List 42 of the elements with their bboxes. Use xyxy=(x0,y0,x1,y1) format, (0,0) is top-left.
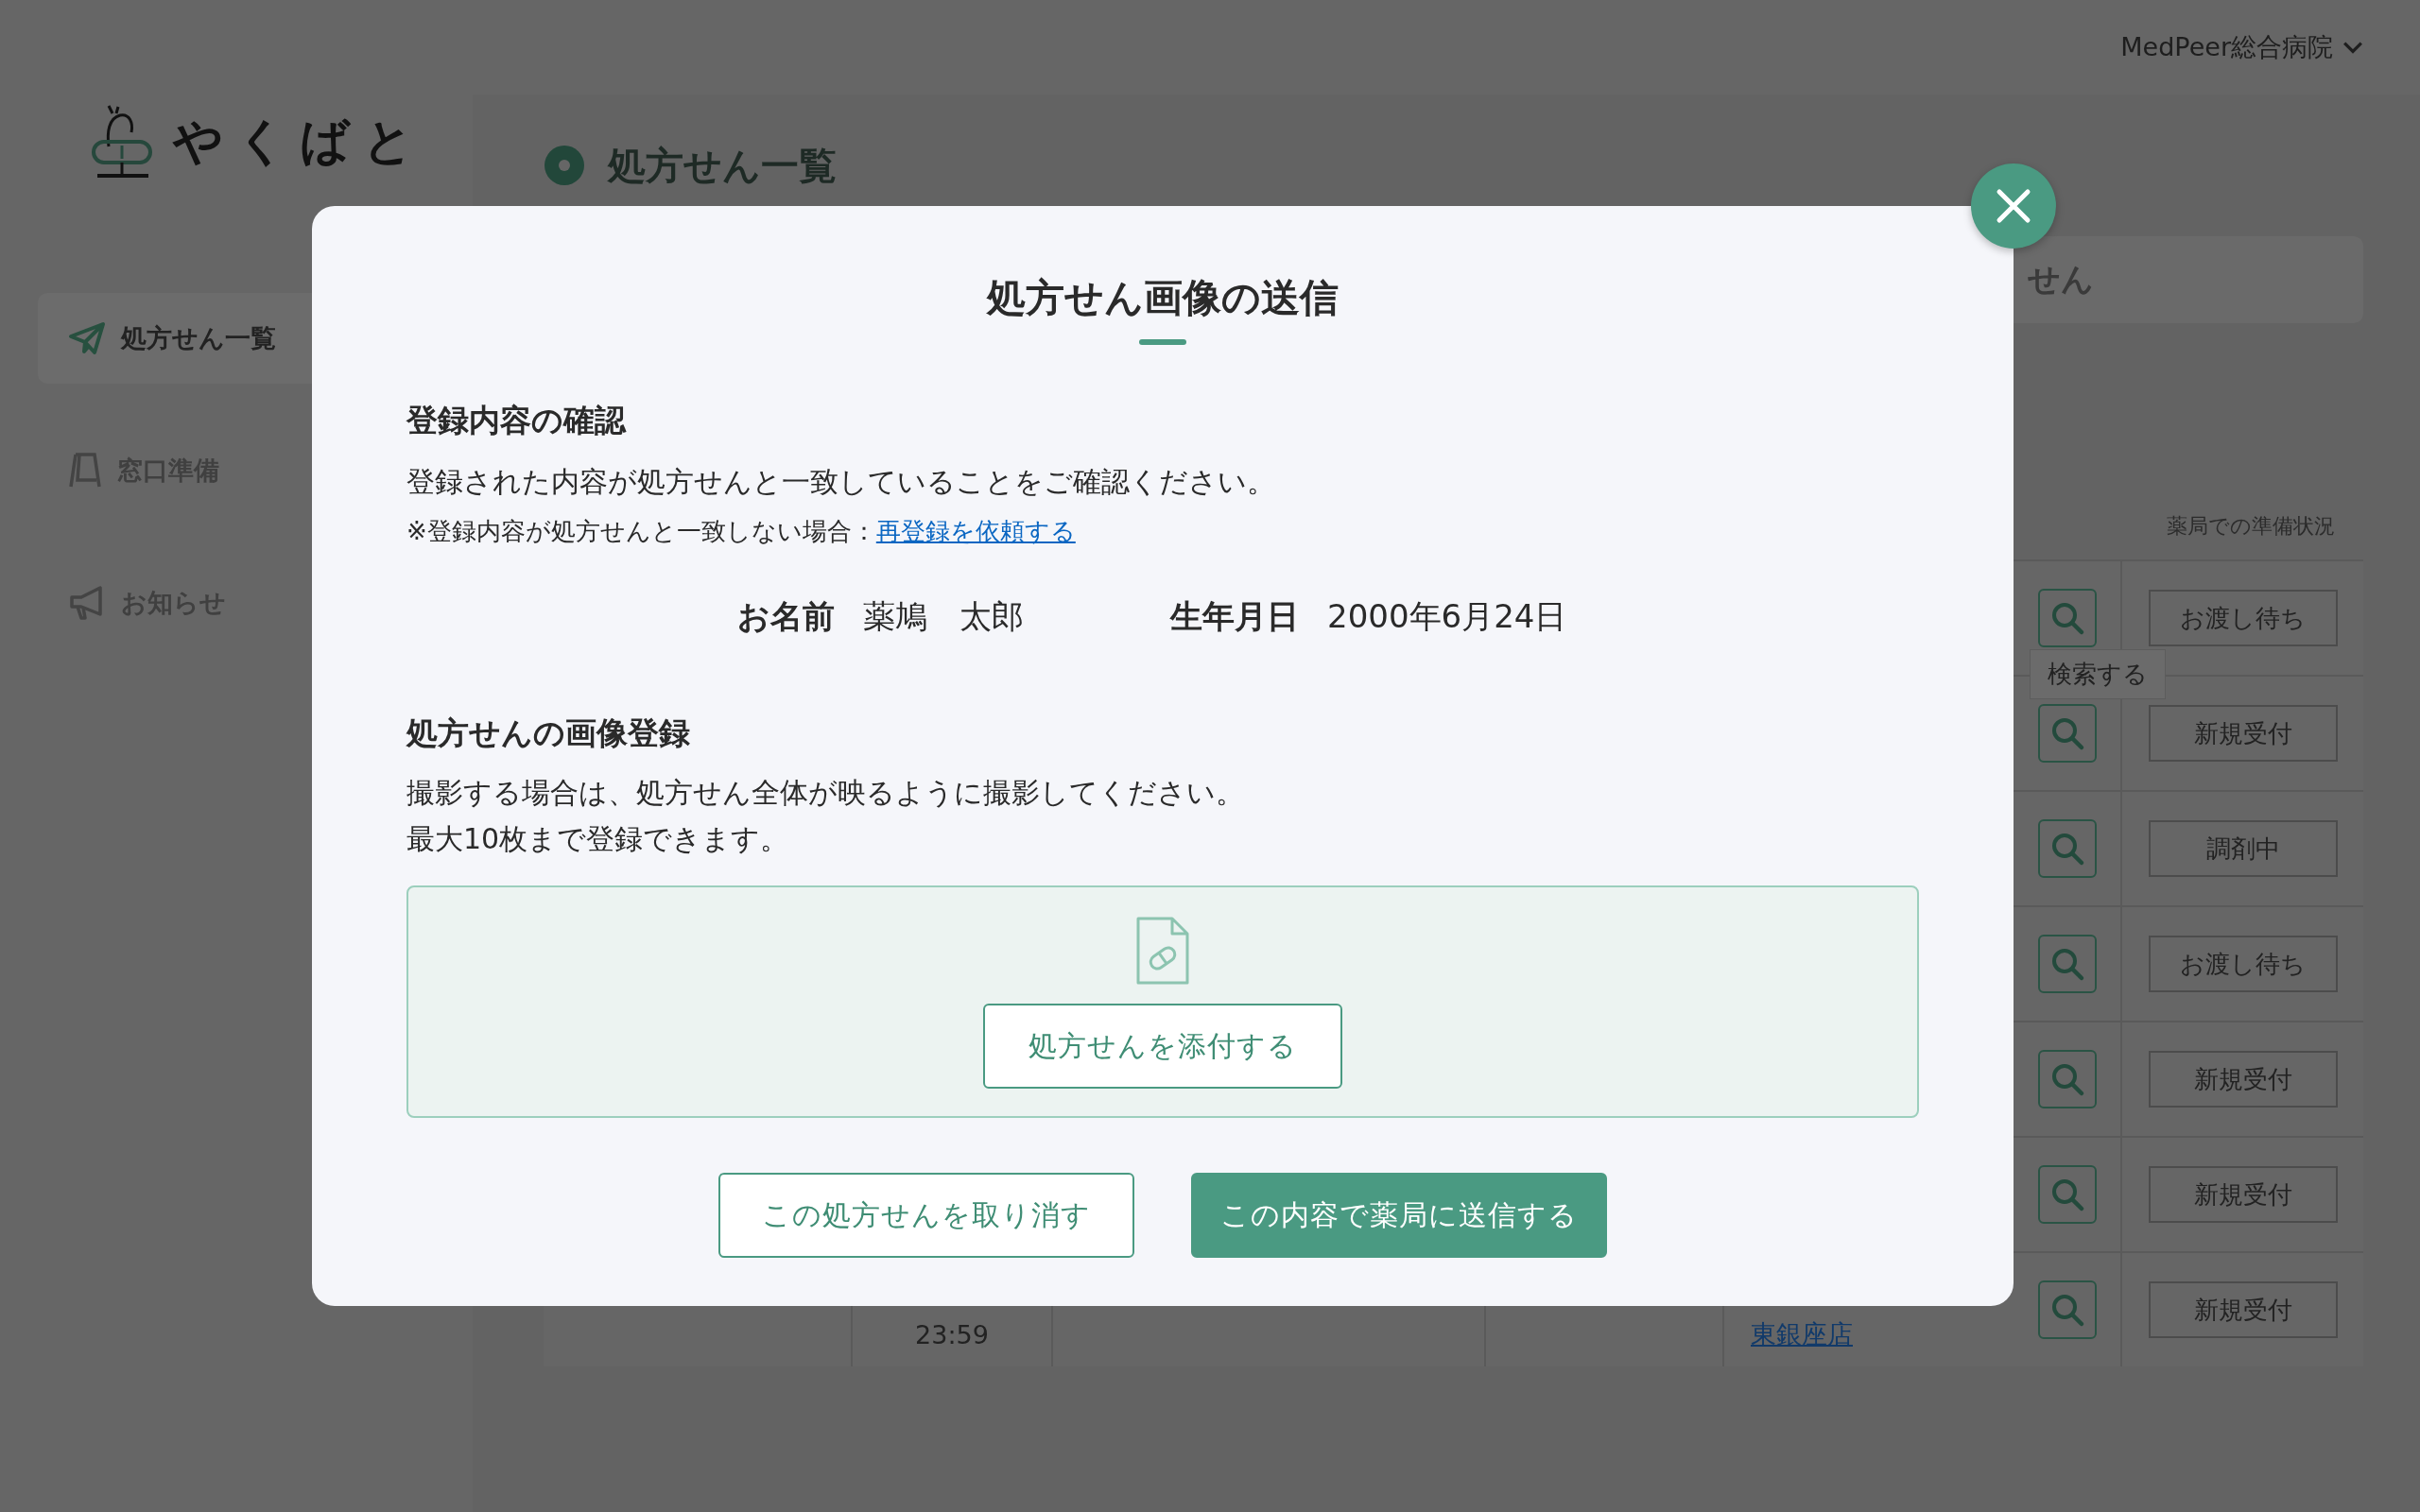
status-chip: 新規受付 xyxy=(2148,705,2338,762)
status-chip: お渡し待ち xyxy=(2148,936,2338,992)
logo-text: やくばと xyxy=(173,112,426,171)
instruction-text: 撮影する場合は、処方せん全体が映るように撮影してください。 xyxy=(406,775,1245,811)
search-button[interactable] xyxy=(2038,1050,2097,1108)
upload-area[interactable]: 処方せんを添付する xyxy=(406,885,1919,1118)
field-value: 薬鳩 太郎 xyxy=(863,596,1024,637)
instruction-text: 登録された内容が処方せんと一致していることをご確認ください。 xyxy=(406,464,1276,500)
search-button[interactable] xyxy=(2038,819,2097,878)
search-button[interactable] xyxy=(2038,1165,2097,1224)
status-chip: 新規受付 xyxy=(2148,1166,2338,1223)
dialog-title: 処方せん画像の送信 xyxy=(987,274,1339,322)
section-heading: 登録内容の確認 xyxy=(406,401,628,440)
chevron-icon xyxy=(2342,41,2363,54)
field-value: 2000年6月24日 xyxy=(1327,596,1567,637)
re-register-link[interactable]: 再登録を依頼する xyxy=(875,515,1076,548)
field-label: お名前 xyxy=(737,596,835,637)
close-icon xyxy=(1995,187,2032,225)
search-button[interactable] xyxy=(2038,589,2097,647)
bullet-icon xyxy=(544,145,585,186)
section-heading: 処方せんの画像登録 xyxy=(406,713,691,753)
status-chip: 調剤中 xyxy=(2148,820,2338,877)
instruction-text: 最大10枚まで登録できます。 xyxy=(406,821,790,857)
tooltip: 検索する xyxy=(2030,649,2166,699)
status-chip: お渡し待ち xyxy=(2148,590,2338,646)
table-cell: 23:59 xyxy=(915,1320,989,1349)
attach-button[interactable]: 処方せんを添付する xyxy=(983,1004,1342,1089)
field-label: 生年月日 xyxy=(1170,596,1299,637)
note-text: ※登録内容が処方せんと一致しない場合： xyxy=(406,516,876,547)
page-title: 処方せん一覧 xyxy=(608,142,837,189)
search-button[interactable] xyxy=(2038,935,2097,993)
paper-plane-icon xyxy=(68,321,106,355)
cancel-button[interactable]: この処方せんを取り消す xyxy=(718,1173,1134,1258)
send-button[interactable]: この内容で薬局に送信する xyxy=(1191,1173,1607,1258)
status-chip: 新規受付 xyxy=(2148,1281,2338,1338)
pharmacy-link[interactable]: 東銀座店 xyxy=(1751,1317,1853,1351)
status-chip: 新規受付 xyxy=(2148,1051,2338,1108)
search-button[interactable] xyxy=(2038,1280,2097,1339)
document-icon xyxy=(1134,915,1191,987)
signboard-icon xyxy=(68,452,102,490)
hospital-selector[interactable]: MedPeer総合病院 xyxy=(2120,30,2363,64)
search-button[interactable] xyxy=(2038,704,2097,763)
